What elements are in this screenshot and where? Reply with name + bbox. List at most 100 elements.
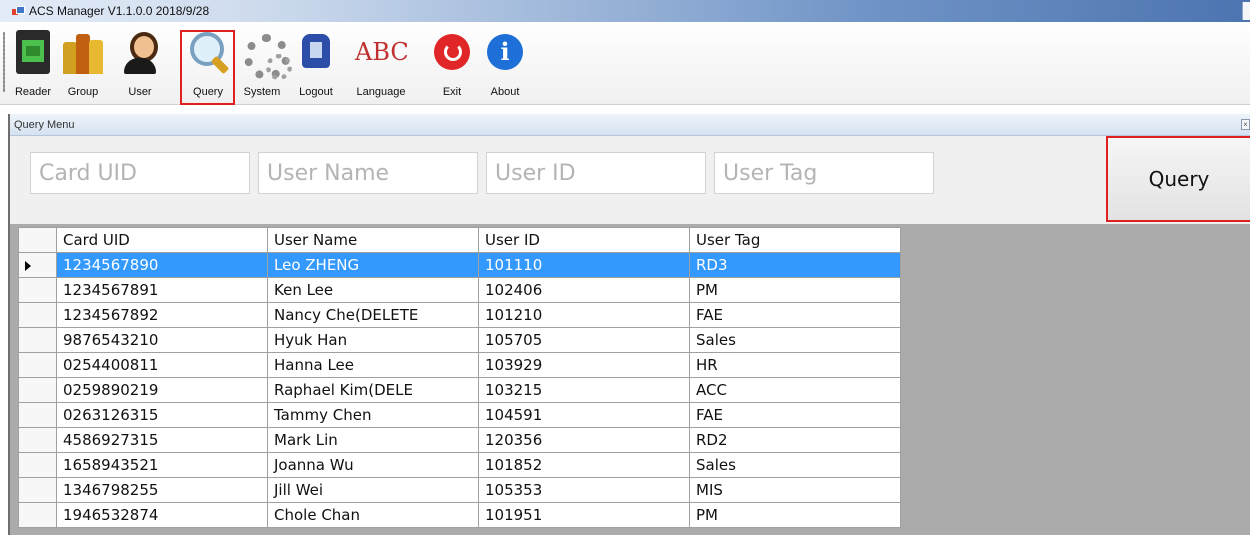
table-row[interactable]: 1346798255 Jill Wei 105353 MIS (18, 477, 901, 503)
language-button[interactable]: ABC Language (344, 22, 418, 105)
table-row[interactable]: 0259890219 Raphael Kim(DELE 103215 ACC (18, 377, 901, 403)
toolbar-grip[interactable] (3, 32, 5, 92)
group-icon (63, 30, 103, 76)
column-header-card-uid[interactable]: Card UID (56, 227, 268, 253)
table-row[interactable]: 9876543210 Hyuk Han 105705 Sales (18, 327, 901, 353)
user-name-cell[interactable]: Chole Chan (267, 502, 479, 528)
user-tag-cell[interactable]: RD3 (689, 252, 901, 278)
user-name-cell[interactable]: Leo ZHENG (267, 252, 479, 278)
system-button[interactable]: System (236, 22, 292, 105)
title-bar: ACS Manager V1.1.0.0 2018/9/28 (0, 0, 1250, 22)
row-header[interactable] (18, 352, 57, 378)
card-uid-cell[interactable]: 0263126315 (56, 402, 268, 428)
user-tag-input[interactable] (715, 153, 933, 193)
card-uid-cell[interactable]: 1234567890 (56, 252, 268, 278)
column-header-user-id[interactable]: User ID (478, 227, 690, 253)
table-row[interactable]: 1658943521 Joanna Wu 101852 Sales (18, 452, 901, 478)
row-header[interactable] (18, 377, 57, 403)
user-name-cell[interactable]: Joanna Wu (267, 452, 479, 478)
user-id-cell[interactable]: 120356 (478, 427, 690, 453)
exit-button[interactable]: Exit (428, 22, 476, 105)
user-id-cell[interactable]: 101210 (478, 302, 690, 328)
row-header[interactable] (18, 427, 57, 453)
language-label: Language (356, 86, 406, 98)
user-tag-cell[interactable]: Sales (689, 327, 901, 353)
row-header[interactable] (18, 402, 57, 428)
card-uid-cell[interactable]: 9876543210 (56, 327, 268, 353)
user-tag-cell[interactable]: HR (689, 352, 901, 378)
row-header[interactable] (18, 302, 57, 328)
user-tag-cell[interactable]: MIS (689, 477, 901, 503)
table-row[interactable]: 1234567891 Ken Lee 102406 PM (18, 277, 901, 303)
row-header[interactable] (18, 327, 57, 353)
user-tag-cell[interactable]: FAE (689, 402, 901, 428)
table-row[interactable]: 4586927315 Mark Lin 120356 RD2 (18, 427, 901, 453)
table-row[interactable]: 1234567890 Leo ZHENG 101110 RD3 (18, 252, 901, 278)
user-id-cell[interactable]: 102406 (478, 277, 690, 303)
user-name-cell[interactable]: Jill Wei (267, 477, 479, 503)
app-icon (12, 5, 25, 17)
row-header[interactable] (18, 502, 57, 528)
column-header-user-tag[interactable]: User Tag (689, 227, 901, 253)
table-row[interactable]: 1234567892 Nancy Che(DELETE 101210 FAE (18, 302, 901, 328)
user-name-cell[interactable]: Mark Lin (267, 427, 479, 453)
exit-label: Exit (442, 86, 462, 98)
user-id-cell[interactable]: 104591 (478, 402, 690, 428)
table-row[interactable]: 1946532874 Chole Chan 101951 PM (18, 502, 901, 528)
user-id-cell[interactable]: 101852 (478, 452, 690, 478)
logout-button[interactable]: Logout (290, 22, 342, 105)
row-header[interactable] (18, 252, 57, 278)
card-uid-cell[interactable]: 1346798255 (56, 477, 268, 503)
user-name-cell[interactable]: Tammy Chen (267, 402, 479, 428)
card-uid-cell[interactable]: 1234567891 (56, 277, 268, 303)
panel-title: Query Menu (14, 119, 75, 131)
user-tag-cell[interactable]: ACC (689, 377, 901, 403)
user-id-input[interactable] (487, 153, 705, 193)
close-icon[interactable]: × (1241, 119, 1250, 130)
user-id-cell[interactable]: 105705 (478, 327, 690, 353)
user-name-cell[interactable]: Nancy Che(DELETE (267, 302, 479, 328)
table-row[interactable]: 0254400811 Hanna Lee 103929 HR (18, 352, 901, 378)
card-uid-cell[interactable]: 0254400811 (56, 352, 268, 378)
table-row[interactable]: 0263126315 Tammy Chen 104591 FAE (18, 402, 901, 428)
card-uid-cell[interactable]: 1946532874 (56, 502, 268, 528)
row-header[interactable] (18, 452, 57, 478)
user-tag-field[interactable] (714, 152, 934, 194)
user-name-cell[interactable]: Hyuk Han (267, 327, 479, 353)
card-uid-cell[interactable]: 1658943521 (56, 452, 268, 478)
results-grid: Card UID User Name User ID User Tag 1234… (18, 227, 901, 528)
user-button[interactable]: User (114, 22, 166, 105)
user-id-field[interactable] (486, 152, 706, 194)
user-id-cell[interactable]: 105353 (478, 477, 690, 503)
user-name-input[interactable] (259, 153, 477, 193)
card-uid-field[interactable] (30, 152, 250, 194)
card-uid-input[interactable] (31, 153, 249, 193)
card-uid-cell[interactable]: 4586927315 (56, 427, 268, 453)
card-uid-cell[interactable]: 1234567892 (56, 302, 268, 328)
user-id-cell[interactable]: 101951 (478, 502, 690, 528)
window-title: ACS Manager V1.1.0.0 2018/9/28 (29, 4, 210, 18)
group-button[interactable]: Group (56, 22, 110, 105)
info-icon (485, 30, 525, 76)
user-name-field[interactable] (258, 152, 478, 194)
user-id-cell[interactable]: 103215 (478, 377, 690, 403)
card-uid-cell[interactable]: 0259890219 (56, 377, 268, 403)
row-header[interactable] (18, 277, 57, 303)
user-tag-cell[interactable]: PM (689, 502, 901, 528)
user-name-cell[interactable]: Hanna Lee (267, 352, 479, 378)
user-tag-cell[interactable]: PM (689, 277, 901, 303)
user-tag-cell[interactable]: RD2 (689, 427, 901, 453)
user-tag-cell[interactable]: FAE (689, 302, 901, 328)
reader-button[interactable]: Reader (10, 22, 56, 105)
reader-label: Reader (14, 86, 52, 98)
user-id-cell[interactable]: 103929 (478, 352, 690, 378)
user-tag-cell[interactable]: Sales (689, 452, 901, 478)
about-button[interactable]: About (480, 22, 530, 105)
user-name-cell[interactable]: Raphael Kim(DELE (267, 377, 479, 403)
column-header-user-name[interactable]: User Name (267, 227, 479, 253)
user-name-cell[interactable]: Ken Lee (267, 277, 479, 303)
query-button[interactable]: Query (1106, 136, 1250, 222)
row-header[interactable] (18, 477, 57, 503)
user-id-cell[interactable]: 101110 (478, 252, 690, 278)
power-icon (432, 30, 472, 76)
